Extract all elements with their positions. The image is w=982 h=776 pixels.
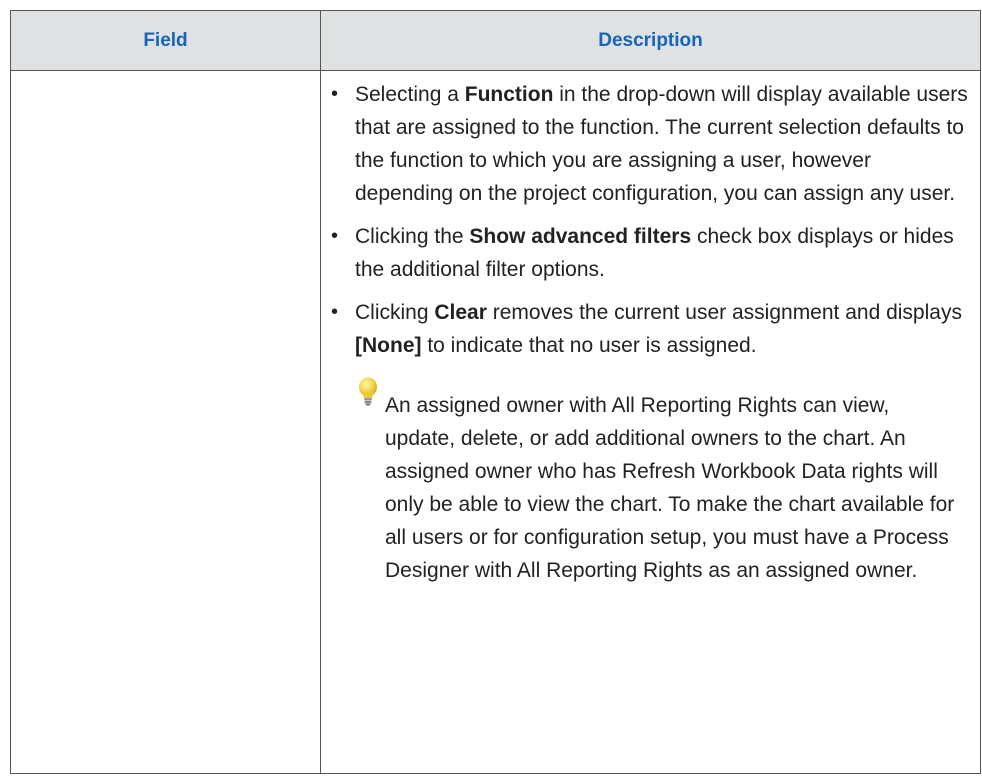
list-item: • Clicking Clear removes the current user… <box>321 296 980 362</box>
list-item: • Selecting a Function in the drop-down w… <box>321 78 980 210</box>
table-row: • Selecting a Function in the drop-down w… <box>10 70 981 774</box>
lightbulb-icon <box>359 377 377 406</box>
tip-text: An assigned owner with All Reporting Rig… <box>385 394 955 582</box>
description-cell: • Selecting a Function in the drop-down w… <box>320 70 981 774</box>
bullet-text: to indicate that no user is assigned. <box>421 334 757 357</box>
column-header-description: Description <box>320 10 981 71</box>
bullet-text: Clicking the <box>355 225 470 248</box>
bullet-glyph: • <box>331 83 339 105</box>
bullet-term-function: Function <box>464 83 554 106</box>
field-description-table: Field Description • Selecting a Function … <box>10 10 981 774</box>
tip-note: An assigned owner with All Reporting Rig… <box>321 377 980 587</box>
description-bullet-list: • Selecting a Function in the drop-down w… <box>321 71 980 362</box>
bullet-glyph: • <box>331 301 339 323</box>
bullet-text: removes the current user assignment and … <box>486 301 962 324</box>
field-cell <box>10 70 321 774</box>
bullet-text: Clicking <box>355 301 435 324</box>
list-item: • Clicking the Show advanced filters chec… <box>321 220 980 286</box>
column-header-field: Field <box>10 10 321 71</box>
table-header-row: Field Description <box>10 10 981 71</box>
bullet-text: Selecting a <box>355 83 465 106</box>
bullet-term-none: [None] <box>355 334 422 357</box>
bullet-term-clear: Clear <box>434 301 487 324</box>
bullet-glyph: • <box>331 225 339 247</box>
bullet-term-show-advanced-filters: Show advanced filters <box>469 225 692 248</box>
